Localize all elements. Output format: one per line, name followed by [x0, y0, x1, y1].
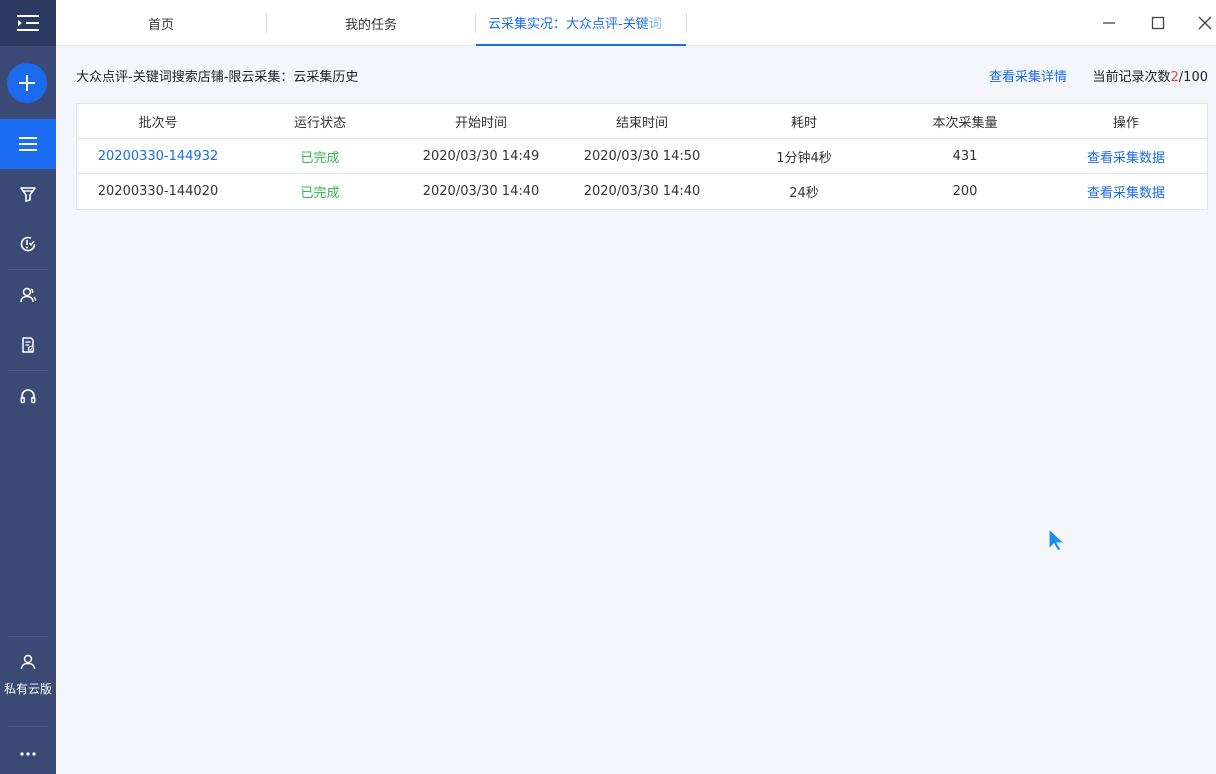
sidebar: 私有云版 [0, 0, 56, 774]
menu-collapse-icon [17, 15, 39, 31]
column-header: 本次采集量 [932, 115, 998, 131]
view-collection-details-link[interactable]: 查看采集详情 [989, 66, 1067, 85]
status-badge: 已完成 [300, 186, 340, 201]
history-table: 批次号 运行状态 开始时间 结束时间 耗时 本次采集量 操作 20200330-… [76, 103, 1208, 210]
view-data-link[interactable]: 查看采集数据 [1045, 147, 1207, 166]
tab-my-tasks[interactable]: 我的任务 [267, 0, 475, 46]
column-header: 批次号 [138, 115, 178, 131]
minimize-icon [1103, 22, 1115, 24]
column-header: 耗时 [790, 115, 817, 131]
collected-count: 200 [952, 184, 978, 199]
sidebar-divider [8, 636, 48, 637]
sidebar-item-reports[interactable] [0, 320, 56, 370]
sidebar-item-support[interactable] [0, 371, 56, 421]
collected-count: 431 [952, 148, 978, 164]
start-time: 2020/03/30 14:40 [422, 184, 540, 199]
table-row: 20200330-144932 已完成 2020/03/30 14:49 202… [77, 139, 1207, 174]
document-check-icon [22, 337, 35, 353]
more-dots-icon [20, 752, 36, 756]
maximize-button[interactable] [1145, 10, 1171, 36]
batch-id-link[interactable]: 20200330-144932 [77, 149, 239, 164]
sidebar-item-tasks[interactable] [0, 119, 56, 169]
column-header: 运行状态 [293, 115, 346, 131]
close-button[interactable] [1192, 10, 1216, 36]
maximize-icon [1151, 16, 1165, 30]
menu-toggle-button[interactable] [0, 0, 56, 46]
duration: 1分钟4秒 [776, 150, 832, 166]
sidebar-item-accounts[interactable] [0, 270, 56, 320]
minimize-button[interactable] [1096, 10, 1122, 36]
tab-label: 我的任务 [344, 17, 397, 33]
table-row: 20200330-144020 已完成 2020/03/30 14:40 202… [77, 174, 1207, 209]
more-button[interactable] [0, 744, 56, 764]
batch-id[interactable]: 20200330-144020 [77, 184, 239, 199]
status-badge: 已完成 [300, 150, 340, 166]
funnel-icon [20, 187, 36, 202]
column-header: 结束时间 [615, 115, 668, 131]
tab-home[interactable]: 首页 [56, 0, 266, 46]
page-title: 大众点评-关键词搜索店铺-限云采集：云采集历史 [76, 70, 359, 85]
sidebar-item-account[interactable]: 私有云版 [0, 648, 56, 704]
view-data-link[interactable]: 查看采集数据 [1045, 182, 1207, 201]
tab-label: 首页 [147, 17, 174, 33]
column-header: 操作 [1112, 115, 1139, 131]
end-time: 2020/03/30 14:50 [583, 148, 701, 164]
sidebar-item-templates[interactable] [0, 169, 56, 219]
duration: 24秒 [789, 186, 819, 201]
headset-icon [20, 389, 36, 404]
tab-divider [686, 13, 687, 33]
mouse-cursor-icon [1048, 528, 1066, 552]
clock-alert-icon [20, 236, 36, 252]
tab-label: 云采集实况：大众点评-关键词 [488, 16, 662, 32]
sidebar-item-history[interactable] [0, 219, 56, 269]
user-icon [20, 654, 36, 670]
tab-bar: 首页 我的任务 云采集实况：大众点评-关键词 [56, 0, 1216, 46]
record-count: 当前记录次数2/100 [1093, 66, 1209, 85]
close-icon [1198, 16, 1212, 30]
record-count-current: 2 [1170, 70, 1179, 85]
account-label: 私有云版 [3, 682, 52, 696]
end-time: 2020/03/30 14:40 [583, 184, 701, 199]
plus-icon [19, 75, 35, 91]
table-header-row: 批次号 运行状态 开始时间 结束时间 耗时 本次采集量 操作 [77, 104, 1207, 139]
start-time: 2020/03/30 14:49 [422, 148, 540, 164]
new-task-button[interactable] [7, 63, 47, 103]
record-count-total: /100 [1178, 70, 1208, 85]
users-icon [20, 287, 37, 303]
tab-cloud-live[interactable]: 云采集实况：大众点评-关键词 [476, 0, 686, 46]
record-count-label: 当前记录次数 [1092, 70, 1171, 85]
sidebar-divider [8, 726, 48, 727]
list-icon [19, 137, 37, 151]
column-header: 开始时间 [454, 115, 507, 131]
